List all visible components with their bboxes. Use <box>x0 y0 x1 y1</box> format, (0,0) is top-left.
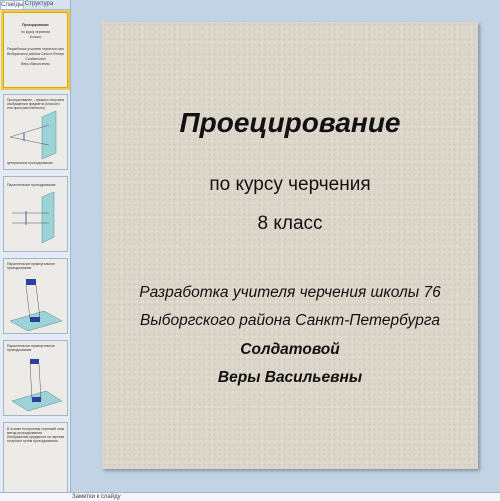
slide-thumbnail-2[interactable]: Проецирование – процесс получения изобра… <box>3 94 68 170</box>
slide-subtitle-course: по курсу черчения <box>209 174 371 195</box>
projection-diagram <box>9 110 57 160</box>
thumb-caption: центральное проецирование <box>7 161 53 165</box>
slide-canvas[interactable]: Проецирование по курсу черчения 8 класс … <box>102 22 478 469</box>
slide-author-name: Веры Васильевны <box>217 369 363 386</box>
thumb-text: Разработка учителя черчения школы 76 <box>7 47 64 51</box>
thumb-text: Солдатовой <box>25 57 46 61</box>
slides-panel: Слайды Структура Проецирование по курсу … <box>0 0 71 494</box>
thumb-text: по курсу черчения <box>21 30 50 34</box>
projection-diagram <box>12 191 55 244</box>
tab-slides[interactable]: Слайды <box>0 0 24 9</box>
projection-diagram <box>11 359 63 412</box>
thumb-text: получают путём проецирования. <box>7 439 59 443</box>
slide-author-line: Разработка учителя черчения школы 76 <box>139 284 441 301</box>
slide-thumbnail-1[interactable]: Проецирование по курсу черчения 8 класс … <box>1 10 70 90</box>
slide-subtitle-grade: 8 класс <box>257 213 323 234</box>
slide-thumbnail-3[interactable]: Параллельное проецирование <box>3 176 68 252</box>
projection-diagram <box>9 279 63 332</box>
thumb-text: Веры Васильевны <box>21 62 50 66</box>
panel-tabs: Слайды Структура <box>0 0 70 10</box>
slide-title: Проецирование <box>179 107 401 138</box>
tab-outline[interactable]: Структура <box>24 0 54 8</box>
slide-thumbnail-5[interactable]: Параллельное прямоугольное проецирование <box>3 340 68 416</box>
thumb-text: Проецирование <box>22 23 49 27</box>
thumb-text: 8 класс <box>29 35 42 39</box>
thumb-text: Выборгского района Санкт-Петербурга <box>7 52 64 56</box>
slide-thumbnail-4[interactable]: Параллельное прямоугольное проецирование <box>3 258 68 334</box>
slide-thumbnail-6[interactable]: В основе построения чертежей лежит метод… <box>3 422 68 494</box>
slide-author-line: Выборгского района Санкт-Петербурга <box>140 312 440 329</box>
slide-author-surname: Солдатовой <box>240 341 340 358</box>
